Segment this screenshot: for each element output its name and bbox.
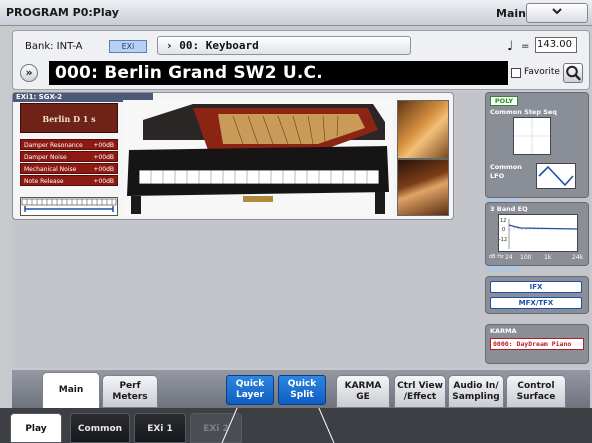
chevron-down-icon bbox=[527, 5, 587, 19]
lfo-label: LFO bbox=[490, 172, 505, 180]
eq-unit-label: dB Hz bbox=[489, 254, 504, 260]
step-seq-display[interactable] bbox=[513, 117, 551, 155]
poly-badge: POLY bbox=[490, 96, 518, 106]
ifx-button[interactable]: IFX bbox=[490, 281, 582, 293]
program-play-screen: PROGRAM P0:Play Main Bank: INT-A EXi › 0… bbox=[0, 0, 592, 443]
program-name[interactable]: 000: Berlin Grand SW2 U.C. bbox=[49, 61, 508, 85]
lfo-label-common: Common bbox=[490, 163, 522, 171]
page-title: PROGRAM P0:Play bbox=[6, 6, 119, 19]
param-list: Damper Resonance +00dB Damper Noise +00d… bbox=[20, 139, 118, 187]
strings-thumbnail bbox=[397, 100, 449, 159]
param-name: Note Release bbox=[24, 178, 64, 185]
tab-audio-in-sampling[interactable]: Audio In/ Sampling bbox=[448, 375, 504, 408]
lfo-waveform[interactable] bbox=[536, 163, 576, 189]
karma-gem-field[interactable]: 0000: DayDream Piano bbox=[490, 338, 584, 350]
program-select-panel: Bank: INT-A EXi › 00: Keyboard ♩ = 143.0… bbox=[12, 30, 590, 90]
callout-lines bbox=[221, 408, 335, 443]
hammers-thumbnail bbox=[397, 159, 449, 216]
eq-x-tick: 100 bbox=[520, 254, 532, 261]
exi-panel[interactable]: EXi1: SGX-2 Berlin D 1 s Damper Resonanc… bbox=[12, 92, 454, 220]
mode-dropdown-button[interactable] bbox=[526, 3, 588, 23]
tab-control-surface[interactable]: Control Surface bbox=[506, 375, 566, 408]
eq-title: 3 Band EQ bbox=[490, 205, 528, 213]
tab-ctrl-view-effect[interactable]: Ctrl View /Effect bbox=[394, 375, 446, 408]
favorite-label: Favorite bbox=[524, 67, 560, 77]
tab-perf-meters[interactable]: Perf Meters bbox=[102, 375, 158, 408]
program-select-button[interactable]: » bbox=[20, 64, 38, 82]
eq-y-tick: -12 bbox=[499, 237, 507, 243]
param-value: +00dB bbox=[93, 142, 114, 149]
tempo-field[interactable]: 143.00 bbox=[535, 37, 577, 53]
oscillator-card[interactable]: POLY Common Step Seq Common LFO bbox=[485, 92, 589, 198]
keyboard-range-icon bbox=[20, 197, 118, 216]
quick-layer-button[interactable]: Quick Layer bbox=[226, 375, 274, 405]
eq-x-tick: 1k bbox=[544, 254, 552, 261]
eq-y-tick: 12 bbox=[500, 218, 506, 224]
eq-x-tick: 24 bbox=[505, 254, 513, 261]
search-button[interactable] bbox=[563, 63, 583, 83]
eq-y-tick: 0 bbox=[502, 227, 505, 233]
exi-tag: EXi bbox=[109, 40, 147, 53]
mode-label: Main bbox=[496, 7, 526, 20]
instrument-plate: Berlin D 1 s bbox=[20, 103, 118, 133]
right-panel: POLY Common Step Seq Common LFO 3 Band E… bbox=[485, 92, 589, 368]
karma-title: KARMA bbox=[490, 327, 517, 335]
tab-karma-ge[interactable]: KARMA GE bbox=[336, 375, 390, 408]
title-bar: PROGRAM P0:Play Main bbox=[0, 0, 592, 26]
main-content: EXi1: SGX-2 Berlin D 1 s Damper Resonanc… bbox=[12, 92, 590, 368]
param-value: +00dB bbox=[93, 154, 114, 161]
param-row: Note Release +00dB bbox=[20, 175, 118, 186]
param-name: Damper Resonance bbox=[24, 142, 83, 149]
bank-label: Bank: INT-A bbox=[25, 41, 83, 52]
param-name: Mechanical Noise bbox=[24, 166, 77, 173]
category-select[interactable]: › 00: Keyboard bbox=[157, 36, 411, 55]
effects-card: IFX MFX/TFX bbox=[485, 276, 589, 314]
quarter-note-icon: ♩ bbox=[507, 39, 514, 54]
karma-card[interactable]: KARMA 0000: DayDream Piano bbox=[485, 324, 589, 364]
page-tab-bar: Main Perf Meters Quick Layer Quick Split… bbox=[12, 370, 590, 408]
param-row: Mechanical Noise +00dB bbox=[20, 163, 118, 174]
eq-x-tick: 24k bbox=[572, 254, 584, 261]
step-seq-label: Common Step Seq bbox=[490, 108, 557, 116]
grand-piano-image bbox=[123, 100, 393, 216]
param-name: Damper Noise bbox=[24, 154, 67, 161]
mfx-tfx-button[interactable]: MFX/TFX bbox=[490, 297, 582, 309]
search-icon bbox=[566, 65, 581, 81]
param-value: +00dB bbox=[93, 178, 114, 185]
tab-main[interactable]: Main bbox=[42, 372, 100, 408]
quick-split-button[interactable]: Quick Split bbox=[278, 375, 326, 405]
eq-card[interactable]: 3 Band EQ 12 0 -12 dB Hz 24 100 1k 24k bbox=[485, 202, 589, 266]
sub-page-tab-bar: Play Common EXi 1 EXi 2 bbox=[0, 408, 592, 443]
param-row: Damper Noise +00dB bbox=[20, 151, 118, 162]
param-row: Damper Resonance +00dB bbox=[20, 139, 118, 150]
tempo-equals: = bbox=[521, 41, 530, 52]
param-value: +00dB bbox=[93, 166, 114, 173]
eq-graph[interactable]: 12 0 -12 bbox=[498, 214, 578, 252]
favorite-checkbox[interactable] bbox=[511, 68, 521, 78]
